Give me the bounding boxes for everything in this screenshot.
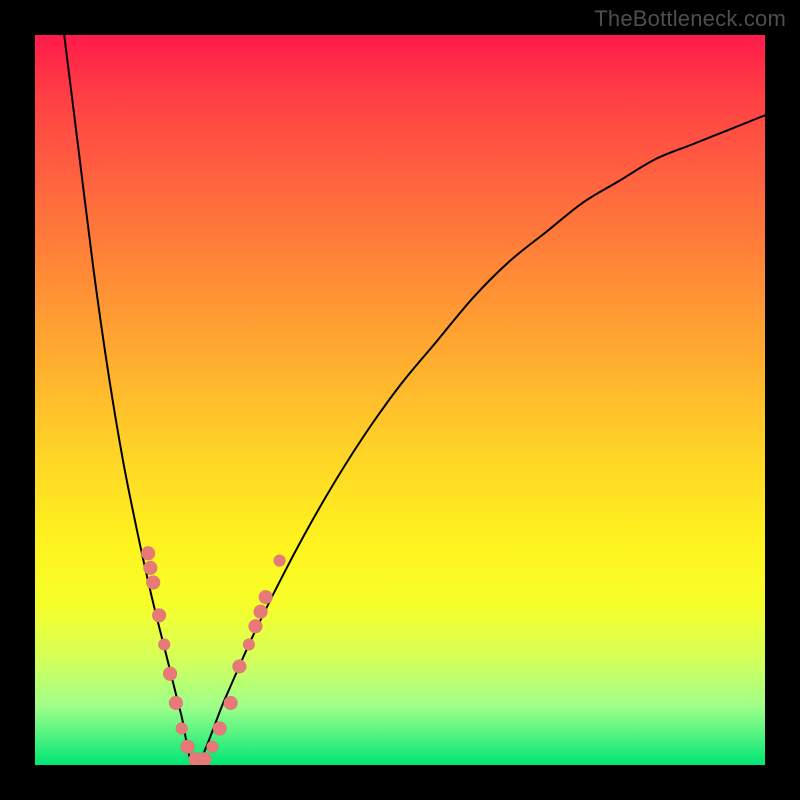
data-point — [224, 696, 238, 710]
watermark-text: TheBottleneck.com — [594, 6, 786, 32]
data-point — [243, 639, 255, 651]
data-point — [158, 639, 170, 651]
data-point — [274, 555, 286, 567]
curve-layer — [35, 35, 765, 765]
data-point — [206, 741, 218, 753]
data-point — [181, 740, 195, 754]
data-point — [141, 546, 155, 560]
data-point — [169, 696, 183, 710]
data-point — [259, 590, 273, 604]
data-point — [232, 659, 246, 673]
chart-frame: TheBottleneck.com — [0, 0, 800, 800]
data-point — [176, 723, 188, 735]
data-point — [143, 561, 157, 575]
bottleneck-curve — [64, 35, 765, 765]
data-point — [163, 667, 177, 681]
data-point — [152, 608, 166, 622]
plot-area — [35, 35, 765, 765]
data-point — [146, 576, 160, 590]
bottleneck-curve-path — [64, 35, 765, 765]
data-point — [254, 605, 268, 619]
data-point — [248, 619, 262, 633]
scatter-points — [141, 546, 285, 765]
data-point — [213, 722, 227, 736]
data-point — [197, 752, 211, 765]
